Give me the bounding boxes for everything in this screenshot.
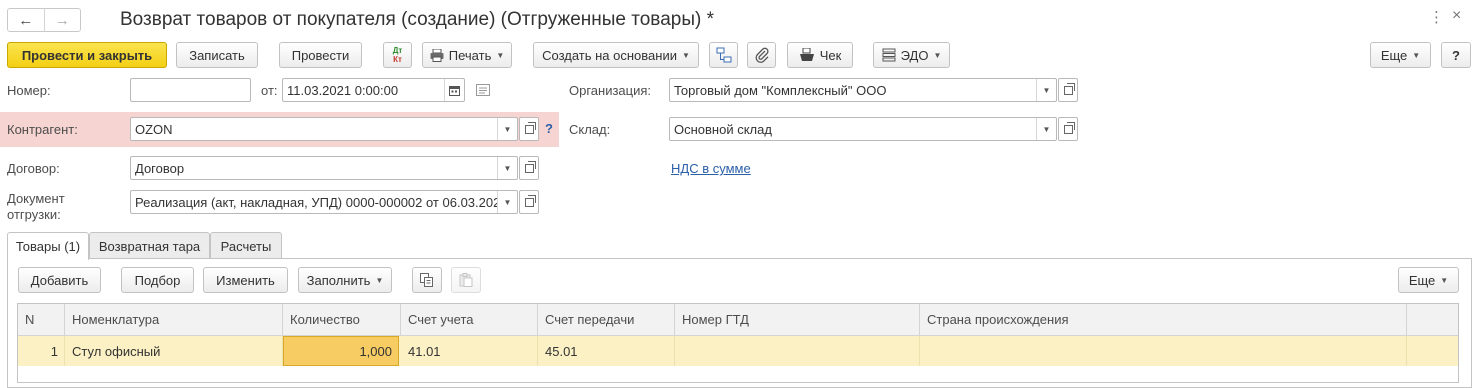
document-structure-icon bbox=[716, 47, 732, 63]
tab-goods[interactable]: Товары (1) bbox=[7, 232, 89, 260]
forward-button[interactable]: → bbox=[43, 9, 81, 31]
paperclip-icon bbox=[755, 47, 769, 63]
shipment-doc-field[interactable]: Реализация (акт, накладная, УПД) 0000-00… bbox=[130, 190, 518, 214]
window-menu-icon[interactable]: ⋮ bbox=[1429, 8, 1444, 26]
selection-button[interactable]: Подбор bbox=[121, 267, 194, 293]
open-icon bbox=[524, 121, 536, 134]
quantity-cell[interactable]: 1,000 bbox=[283, 336, 399, 366]
help-button[interactable]: ? bbox=[1441, 42, 1471, 68]
counterparty-help-icon[interactable]: ? bbox=[545, 121, 553, 136]
organization-open-button[interactable] bbox=[1058, 78, 1078, 102]
chevron-down-icon[interactable]: ▼ bbox=[497, 191, 517, 213]
copy-icon bbox=[420, 273, 434, 287]
warehouse-field[interactable]: Основной склад ▼ bbox=[669, 117, 1057, 141]
chevron-down-icon: ▼ bbox=[375, 275, 384, 285]
attach-button[interactable] bbox=[747, 42, 776, 68]
contract-field[interactable]: Договор ▼ bbox=[130, 156, 518, 180]
chevron-down-icon: ▼ bbox=[933, 50, 942, 60]
date-field[interactable]: 11.03.2021 0:00:00 bbox=[282, 78, 465, 102]
table-more-button[interactable]: Еще ▼ bbox=[1398, 267, 1459, 293]
chevron-down-icon: ▼ bbox=[681, 50, 690, 60]
dt-kt-button[interactable]: Дт Кт bbox=[383, 42, 412, 68]
chevron-down-icon: ▼ bbox=[1412, 50, 1421, 60]
warehouse-label: Склад: bbox=[569, 122, 611, 137]
open-icon bbox=[1063, 121, 1075, 134]
tab-returnable-packaging[interactable]: Возвратная тара bbox=[89, 232, 210, 259]
edo-icon bbox=[882, 48, 896, 62]
close-icon[interactable]: × bbox=[1452, 7, 1461, 25]
counterparty-label: Контрагент: bbox=[7, 122, 78, 137]
column-header-n[interactable]: N bbox=[18, 304, 65, 336]
chevron-down-icon[interactable]: ▼ bbox=[497, 157, 517, 179]
counterparty-field[interactable]: OZON ▼ bbox=[130, 117, 518, 141]
cash-register-icon bbox=[799, 48, 815, 62]
shipment-doc-open-button[interactable] bbox=[519, 190, 539, 214]
row-number-cell[interactable]: 1 bbox=[18, 336, 65, 366]
country-cell[interactable] bbox=[920, 336, 1407, 366]
arrow-left-icon: ← bbox=[18, 11, 34, 29]
account-cell[interactable]: 41.01 bbox=[401, 336, 538, 366]
open-icon bbox=[524, 160, 536, 173]
calendar-icon[interactable] bbox=[444, 79, 464, 101]
create-based-on-button[interactable]: Создать на основании ▼ bbox=[533, 42, 699, 68]
contract-open-button[interactable] bbox=[519, 156, 539, 180]
vat-link[interactable]: НДС в сумме bbox=[671, 161, 751, 176]
goods-table: N Номенклатура Количество Счет учета Сче… bbox=[17, 303, 1459, 383]
structure-button[interactable] bbox=[709, 42, 738, 68]
organization-label: Организация: bbox=[569, 83, 652, 98]
paste-row-button[interactable] bbox=[451, 267, 481, 293]
comment-icon[interactable] bbox=[476, 84, 490, 99]
warehouse-open-button[interactable] bbox=[1058, 117, 1078, 141]
shipment-doc-label: Документ отгрузки: bbox=[7, 191, 65, 222]
organization-field[interactable]: Торговый дом "Комплексный" ООО ▼ bbox=[669, 78, 1057, 102]
window-title: Возврат товаров от покупателя (создание)… bbox=[120, 9, 714, 30]
column-header-country[interactable]: Страна происхождения bbox=[920, 304, 1407, 336]
item-cell[interactable]: Стул офисный bbox=[65, 336, 283, 366]
back-button[interactable]: ← bbox=[8, 9, 44, 31]
clipboard-icon bbox=[459, 273, 473, 287]
column-header-account[interactable]: Счет учета bbox=[401, 304, 538, 336]
chevron-down-icon: ▼ bbox=[496, 50, 505, 60]
column-header-transfer-account[interactable]: Счет передачи bbox=[538, 304, 675, 336]
navigation-buttons: ← → bbox=[7, 8, 81, 32]
date-from-label: от: bbox=[261, 83, 278, 98]
contract-label: Договор: bbox=[7, 161, 60, 176]
column-header-item[interactable]: Номенклатура bbox=[65, 304, 283, 336]
fill-button[interactable]: Заполнить ▼ bbox=[298, 267, 392, 293]
tab-settlements[interactable]: Расчеты bbox=[210, 232, 282, 259]
post-button[interactable]: Провести bbox=[279, 42, 362, 68]
transfer-account-cell[interactable]: 45.01 bbox=[538, 336, 675, 366]
kt-icon: Кт bbox=[393, 55, 402, 64]
dt-icon: Дт bbox=[392, 46, 403, 55]
arrow-right-icon: → bbox=[54, 11, 70, 29]
number-field[interactable] bbox=[130, 78, 251, 102]
add-row-button[interactable]: Добавить bbox=[18, 267, 101, 293]
column-header-filler bbox=[1407, 304, 1458, 336]
receipt-button[interactable]: Чек bbox=[787, 42, 853, 68]
printer-icon bbox=[430, 48, 444, 62]
counterparty-open-button[interactable] bbox=[519, 117, 539, 141]
chevron-down-icon[interactable]: ▼ bbox=[1036, 118, 1056, 140]
edo-button[interactable]: ЭДО ▼ bbox=[873, 42, 950, 68]
more-button[interactable]: Еще ▼ bbox=[1370, 42, 1431, 68]
save-button[interactable]: Записать bbox=[176, 42, 258, 68]
number-label: Номер: bbox=[7, 83, 51, 98]
chevron-down-icon[interactable]: ▼ bbox=[497, 118, 517, 140]
column-header-gtd[interactable]: Номер ГТД bbox=[675, 304, 920, 336]
open-icon bbox=[524, 194, 536, 207]
gtd-cell[interactable] bbox=[675, 336, 920, 366]
post-and-close-button[interactable]: Провести и закрыть bbox=[7, 42, 167, 68]
open-icon bbox=[1063, 82, 1075, 95]
chevron-down-icon[interactable]: ▼ bbox=[1036, 79, 1056, 101]
change-button[interactable]: Изменить bbox=[203, 267, 288, 293]
column-header-quantity[interactable]: Количество bbox=[283, 304, 401, 336]
chevron-down-icon: ▼ bbox=[1440, 275, 1449, 285]
print-button[interactable]: Печать ▼ bbox=[422, 42, 512, 68]
copy-row-button[interactable] bbox=[412, 267, 442, 293]
